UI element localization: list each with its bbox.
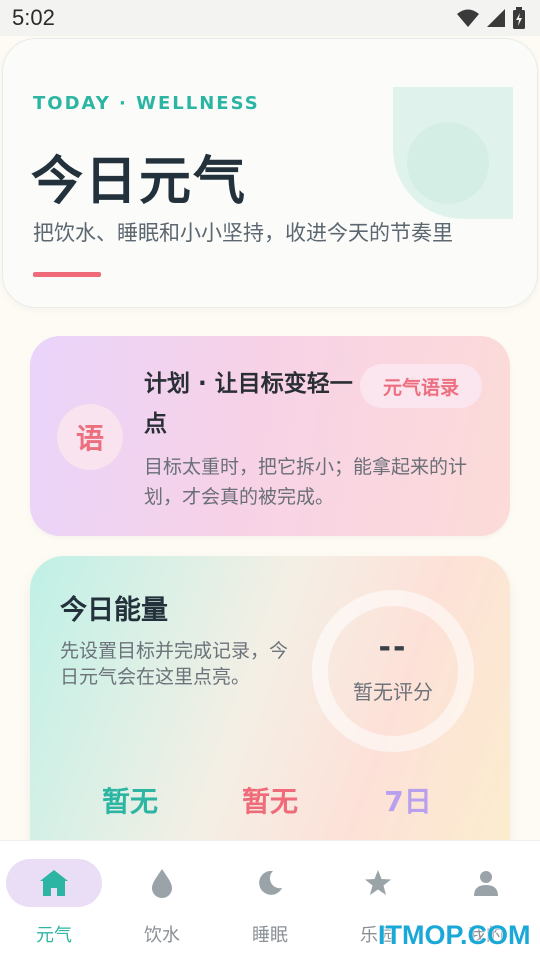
nav-label: 元气: [36, 925, 72, 946]
hero-kicker: TODAY · WELLNESS: [33, 93, 260, 114]
person-icon: [474, 871, 498, 896]
moon-icon: [259, 870, 282, 895]
nav-icon-wrap: [114, 859, 210, 907]
water-drop-icon: [152, 869, 172, 898]
stat-value: 暂无: [101, 785, 158, 818]
quote-body: 目标太重时，把它拆小；能拿起来的计划，才会真的被完成。: [144, 456, 468, 508]
stat-value: 暂无: [241, 785, 298, 818]
energy-card[interactable]: 今日能量 先设置目标并完成记录，今日元气会在这里点亮。 -- 暂无评分 暂无 饮…: [30, 556, 510, 886]
nav-icon-wrap: [222, 859, 318, 907]
status-time: 5:02: [12, 5, 55, 30]
quote-badge-icon: 语: [57, 404, 123, 470]
energy-score: --: [378, 630, 408, 665]
hero-accent-line: [33, 272, 101, 277]
star-icon: [365, 870, 391, 895]
wifi-icon: [457, 9, 479, 27]
hero-subtitle: 把饮水、睡眠和小小坚持，收进今天的节奏里: [33, 221, 453, 245]
watermark: ITMOP.COM: [378, 920, 531, 950]
nav-item-home[interactable]: 元气: [0, 859, 108, 949]
energy-score-label: 暂无评分: [353, 680, 433, 704]
nav-icon-wrap: [438, 859, 534, 907]
home-icon: [40, 870, 68, 896]
nav-label: 饮水: [144, 925, 180, 946]
status-icons: [456, 7, 526, 29]
quote-card[interactable]: 语 计划 · 让目标变轻一点 元气语录 目标太重时，把它拆小；能拿起来的计划，才…: [30, 336, 510, 536]
stat-value: 7日: [384, 785, 432, 818]
cell-signal-icon: [487, 9, 505, 27]
status-bar: 5:02: [0, 0, 540, 36]
hero-decoration: [393, 87, 513, 219]
nav-label: 睡眠: [252, 925, 288, 946]
quote-chip[interactable]: 元气语录: [360, 364, 482, 408]
hero-card: TODAY · WELLNESS 今日元气 把饮水、睡眠和小小坚持，收进今天的节…: [2, 38, 538, 308]
energy-title: 今日能量: [60, 595, 168, 626]
nav-icon-wrap: [6, 859, 102, 907]
battery-icon: [513, 7, 525, 29]
quote-title: 计划 · 让目标变轻一点: [144, 371, 353, 437]
energy-description: 先设置目标并完成记录，今日元气会在这里点亮。: [60, 640, 289, 688]
nav-icon-wrap: [330, 859, 426, 907]
nav-item-sleep[interactable]: 睡眠: [216, 859, 324, 949]
nav-item-water[interactable]: 饮水: [108, 859, 216, 949]
page-title: 今日元气: [31, 152, 248, 212]
energy-score-ring: [312, 590, 474, 752]
